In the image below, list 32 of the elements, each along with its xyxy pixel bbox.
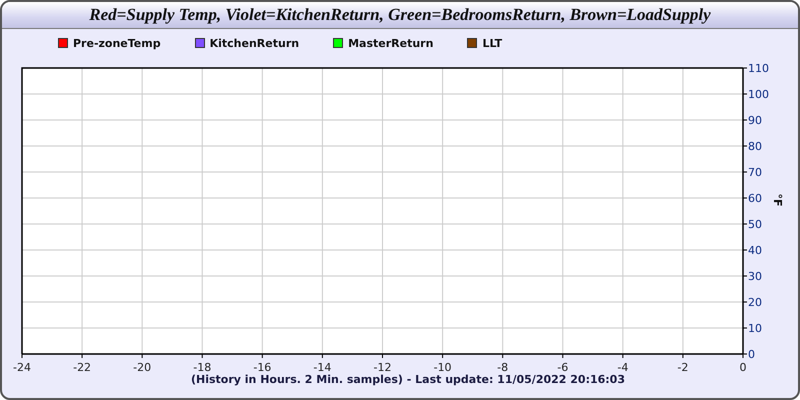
x-axis-title: (History in Hours. 2 Min. samples) - Last update: 11/05/2022 20:16:03 — [190, 373, 625, 386]
x-tick-label: -4 — [617, 361, 628, 374]
x-tick-label: -16 — [253, 361, 272, 374]
x-tick-label: -12 — [374, 361, 392, 374]
y-tick-label: 80 — [748, 140, 762, 153]
legend-label: MasterReturn — [348, 36, 434, 50]
y-tick-label: 60 — [748, 192, 762, 205]
x-tick-label: -6 — [557, 361, 568, 374]
x-tick-label: -20 — [133, 361, 152, 374]
x-tick-label: -2 — [677, 361, 688, 374]
y-tick-label: 70 — [748, 166, 762, 179]
y-tick-label: 90 — [748, 114, 762, 127]
y-tick-label: 0 — [748, 348, 755, 361]
x-tick-label: 0 — [740, 361, 746, 374]
y-tick-label: 40 — [748, 244, 762, 257]
y-tick-label: 110 — [748, 62, 769, 75]
y-tick-label: 100 — [748, 88, 769, 101]
y-tick-label: 30 — [748, 270, 762, 283]
legend-label: KitchenReturn — [210, 36, 300, 50]
legend-label: Pre-zoneTemp — [73, 36, 161, 50]
x-tick-label: -14 — [313, 361, 332, 374]
y-tick-label: 10 — [748, 322, 762, 335]
legend-label: LLT — [482, 36, 502, 50]
y-tick-label: 50 — [748, 218, 762, 231]
x-tick-label: -10 — [434, 361, 452, 374]
x-tick-label: -24 — [13, 361, 31, 374]
x-tick-label: -22 — [73, 361, 92, 374]
x-tick-label: -18 — [193, 361, 212, 374]
y-tick-label: 20 — [748, 296, 762, 309]
chart-title: Red=Supply Temp, Violet=KitchenReturn, Green=BedroomsReturn, Brown=LoadSupply — [2, 2, 798, 29]
y-axis-title: °F — [771, 194, 784, 206]
x-tick-label: -8 — [497, 361, 508, 374]
